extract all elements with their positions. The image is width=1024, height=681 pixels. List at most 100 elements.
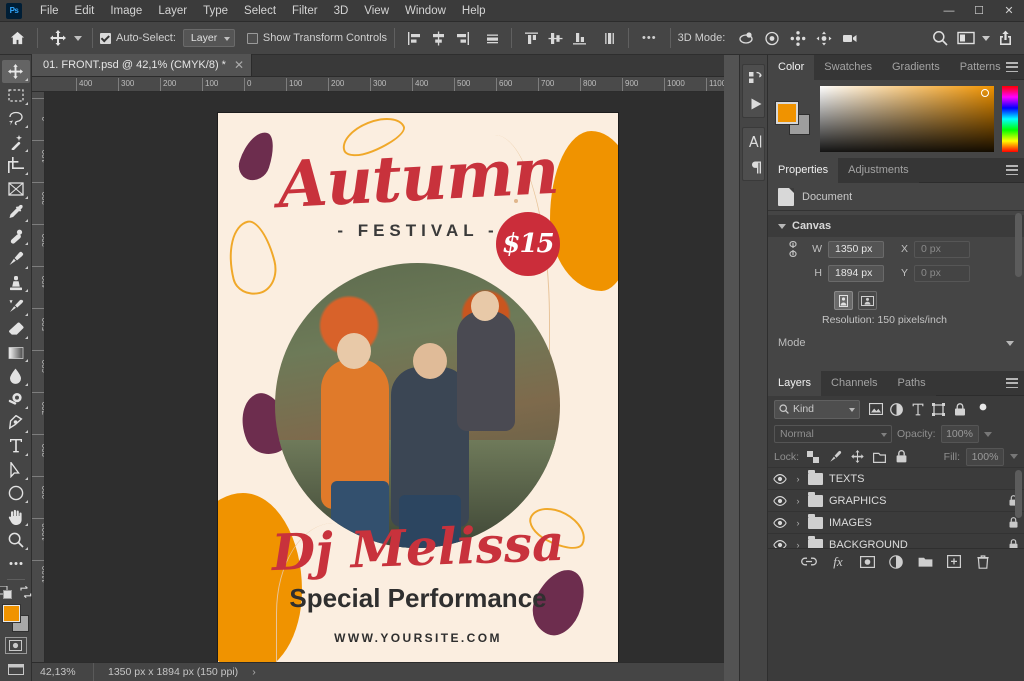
distribute-horizontal-centers-icon[interactable] (599, 28, 619, 48)
tab-patterns[interactable]: Patterns (950, 55, 1011, 80)
align-horizontal-centers-icon[interactable] (428, 28, 448, 48)
layer-kind-filter[interactable]: Kind (774, 400, 860, 419)
height-input[interactable]: 1894 px (828, 265, 884, 282)
workspace-chevron-down-icon[interactable] (979, 26, 992, 50)
link-layers-icon[interactable] (801, 553, 818, 571)
quick-mask-icon[interactable] (5, 637, 27, 653)
more-options-button[interactable]: ••• (636, 32, 663, 44)
ellipse-tool[interactable] (2, 482, 30, 505)
document-tab[interactable]: 01. FRONT.psd @ 42,1% (CMYK/8) * ✕ (32, 54, 252, 76)
history-brush-tool[interactable] (2, 294, 30, 317)
zoom-level[interactable]: 42,13% (32, 663, 94, 681)
layer-row[interactable]: › GRAPHICS (768, 490, 1024, 512)
path-selection-tool[interactable] (2, 458, 30, 481)
y-input[interactable]: 0 px (914, 265, 970, 282)
auto-select-scope-dropdown[interactable]: Layer (183, 29, 235, 47)
type-tool[interactable] (2, 435, 30, 458)
layer-lock-icon[interactable] (1009, 517, 1018, 528)
scale-3d-camera-icon[interactable] (837, 26, 863, 50)
panel-menu-icon[interactable] (1006, 165, 1018, 175)
move-tool[interactable] (2, 60, 30, 83)
canvas-stage[interactable]: Autumn - FESTIVAL - $15 Dj Melissa Speci… (45, 92, 724, 662)
layers-scrollbar[interactable] (1015, 470, 1022, 518)
width-input[interactable]: 1350 px (828, 241, 884, 258)
move-tool-icon[interactable] (45, 26, 71, 50)
layer-row[interactable]: › TEXTS (768, 468, 1024, 490)
menu-filter[interactable]: Filter (284, 2, 326, 20)
gradient-tool[interactable] (2, 341, 30, 364)
show-transform-controls-checkbox[interactable]: Show Transform Controls (247, 32, 387, 44)
crop-tool[interactable] (2, 154, 30, 177)
zoom-tool[interactable] (2, 528, 30, 551)
menu-type[interactable]: Type (195, 2, 236, 20)
mode-chevron-down-icon[interactable] (1006, 341, 1014, 346)
opacity-chevron-down-icon[interactable] (984, 432, 992, 437)
menu-select[interactable]: Select (236, 2, 284, 20)
slide-3d-icon[interactable] (811, 26, 837, 50)
pan-3d-icon[interactable] (785, 26, 811, 50)
minimize-button[interactable]: — (934, 0, 964, 22)
close-icon[interactable]: ✕ (234, 59, 244, 71)
tab-paths[interactable]: Paths (888, 371, 936, 396)
chevron-right-icon[interactable]: › (794, 496, 802, 506)
new-adjustment-layer-icon[interactable] (888, 553, 905, 571)
search-icon[interactable] (927, 26, 953, 50)
lock-all-icon[interactable] (893, 449, 909, 465)
x-input[interactable]: 0 px (914, 241, 970, 258)
vertical-ruler[interactable]: 0 100 200 300 400 500 600 700 800 900 10… (32, 92, 45, 662)
auto-select-checkbox[interactable]: Auto-Select: (100, 32, 176, 44)
menu-image[interactable]: Image (102, 2, 150, 20)
lock-image-pixels-icon[interactable] (827, 449, 843, 465)
rotate-3d-icon[interactable] (733, 26, 759, 50)
panel-menu-icon[interactable] (1006, 378, 1018, 388)
properties-scrollbar[interactable] (1015, 213, 1022, 277)
delete-layer-icon[interactable] (975, 553, 992, 571)
tab-swatches[interactable]: Swatches (814, 55, 882, 80)
poster-artwork[interactable]: Autumn - FESTIVAL - $15 Dj Melissa Speci… (218, 113, 618, 662)
clone-stamp-tool[interactable] (2, 271, 30, 294)
screen-mode-icon[interactable] (2, 658, 30, 681)
edit-toolbar-tool[interactable] (2, 552, 30, 575)
roll-3d-icon[interactable] (759, 26, 785, 50)
color-panel-foreground-swatch[interactable] (776, 102, 798, 124)
filter-shape-icon[interactable] (928, 399, 949, 419)
magic-wand-tool[interactable] (2, 130, 30, 153)
hue-slider[interactable] (1002, 86, 1018, 152)
blur-tool[interactable] (2, 364, 30, 387)
foreground-background-color[interactable] (2, 604, 30, 631)
chevron-down-icon[interactable] (778, 224, 786, 229)
eraser-tool[interactable] (2, 318, 30, 341)
layer-style-fx-icon[interactable]: fx (830, 553, 847, 571)
link-dimensions-icon[interactable] (786, 241, 800, 257)
horizontal-ruler[interactable]: 400 300 200 100 0 100 200 300 400 500 60… (32, 77, 724, 92)
fill-chevron-down-icon[interactable] (1010, 454, 1018, 459)
play-icon[interactable] (743, 91, 768, 117)
add-layer-mask-icon[interactable] (859, 553, 876, 571)
filter-adjustment-icon[interactable] (886, 399, 907, 419)
filter-toggle-icon[interactable] (972, 399, 993, 419)
libraries-icon[interactable] (743, 65, 768, 91)
canvas-section-header[interactable]: Canvas (768, 215, 1024, 237)
color-panel-swatches[interactable] (776, 102, 812, 136)
layer-visibility-icon[interactable] (772, 496, 788, 506)
rectangular-marquee-tool[interactable] (2, 83, 30, 106)
menu-help[interactable]: Help (454, 2, 494, 20)
share-icon[interactable] (992, 26, 1018, 50)
distribute-vertical-centers-icon[interactable] (545, 28, 565, 48)
landscape-orientation-icon[interactable] (858, 291, 877, 310)
workspace-icon[interactable] (953, 26, 979, 50)
distribute-top-edges-icon[interactable] (521, 28, 541, 48)
layer-visibility-icon[interactable] (772, 518, 788, 528)
distribute-bottom-edges-icon[interactable] (569, 28, 589, 48)
menu-layer[interactable]: Layer (150, 2, 195, 20)
panel-menu-icon[interactable] (1006, 62, 1018, 72)
brush-tool[interactable] (2, 247, 30, 270)
maximize-button[interactable]: ☐ (964, 0, 994, 22)
new-layer-icon[interactable] (946, 553, 963, 571)
align-right-edges-icon[interactable] (452, 28, 472, 48)
menu-window[interactable]: Window (397, 2, 454, 20)
lock-transparent-pixels-icon[interactable] (805, 449, 821, 465)
hand-tool[interactable] (2, 505, 30, 528)
lasso-tool[interactable] (2, 107, 30, 130)
chevron-right-icon[interactable]: › (794, 518, 802, 528)
